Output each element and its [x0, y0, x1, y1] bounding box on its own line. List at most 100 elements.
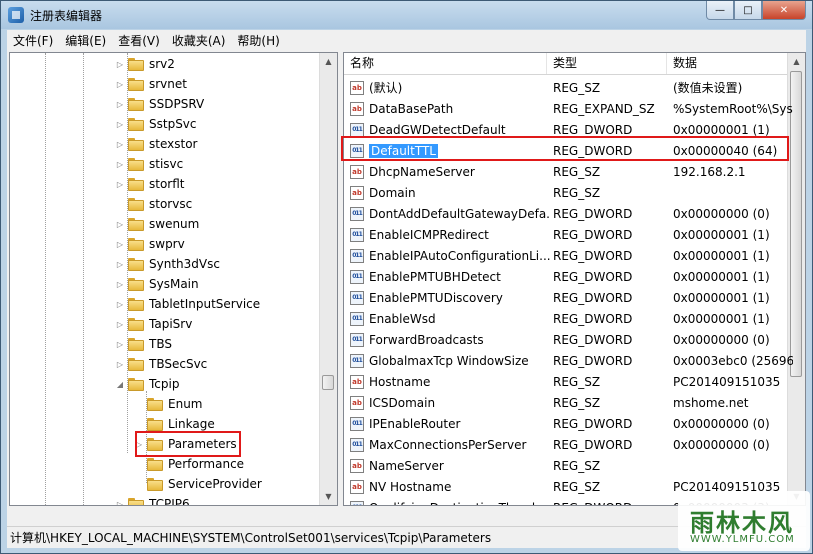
value-type: REG_DWORD — [553, 311, 633, 326]
value-row[interactable]: 011 EnablePMTUDiscovery REG_DWORD 0x0000000… — [344, 287, 788, 308]
tree-item-sstpsvc[interactable]: ▷ SstpSvc — [115, 114, 197, 134]
value-row[interactable]: 011 ForwardBroadcasts REG_DWORD 0x00000000 … — [344, 329, 788, 350]
menu-view[interactable]: 查看(V) — [112, 32, 166, 49]
column-header-type[interactable]: 类型 — [547, 53, 667, 74]
value-row[interactable]: 011 EnableWsd REG_DWORD 0x00000001 (1) — [344, 308, 788, 329]
minimize-button[interactable]: — — [706, 1, 734, 20]
value-row[interactable]: 011 EnableIPAutoConfigurationLi... REG_DWO… — [344, 245, 788, 266]
tree-item-ssdpsrv[interactable]: ▷ SSDPSRV — [115, 94, 204, 114]
value-name-cell: ab Domain — [350, 185, 550, 200]
menu-file[interactable]: 文件(F) — [7, 32, 59, 49]
expand-arrow-icon[interactable]: ▷ — [115, 300, 125, 309]
value-name-cell: 011 EnableICMPRedirect — [350, 227, 550, 242]
tree-item-performance[interactable]: Performance — [134, 454, 244, 474]
value-name-cell: 011 DontAddDefaultGatewayDefa... — [350, 206, 550, 221]
expand-arrow-icon[interactable]: ▷ — [115, 60, 125, 69]
binary-value-icon: 011 — [350, 269, 364, 284]
tree-item-srvnet[interactable]: ▷ srvnet — [115, 74, 187, 94]
tree-item-label: TabletInputService — [149, 297, 261, 311]
tree-item-tcpip6[interactable]: ▷ TCPIP6 — [115, 494, 190, 506]
expand-arrow-icon[interactable]: ▷ — [115, 340, 125, 349]
folder-icon — [128, 337, 144, 351]
expand-arrow-icon[interactable]: ▷ — [115, 180, 125, 189]
value-row[interactable]: ab NameServer REG_SZ — [344, 455, 788, 476]
menu-favorites[interactable]: 收藏夹(A) — [166, 32, 232, 49]
tree-item-tapisrv[interactable]: ▷ TapiSrv — [115, 314, 192, 334]
tree-scrollbar[interactable]: ▲ ▼ — [319, 53, 337, 505]
tree-item-srv2[interactable]: ▷ srv2 — [115, 54, 175, 74]
maximize-button[interactable]: □ — [734, 1, 762, 20]
value-name-cell: 011 QualifyingDestinationThresh... — [350, 500, 550, 506]
value-row[interactable]: 011 DontAddDefaultGatewayDefa... REG_DWORD… — [344, 203, 788, 224]
expand-arrow-icon[interactable]: ▷ — [115, 80, 125, 89]
expand-arrow-icon[interactable]: ▷ — [115, 120, 125, 129]
value-row[interactable]: 011 EnableICMPRedirect REG_DWORD 0x00000001… — [344, 224, 788, 245]
expand-arrow-icon[interactable]: ▷ — [115, 140, 125, 149]
menu-edit[interactable]: 编辑(E) — [59, 32, 112, 49]
expand-arrow-icon[interactable]: ▷ — [115, 320, 125, 329]
value-row[interactable]: 011 MaxConnectionsPerServer REG_DWORD 0x000… — [344, 434, 788, 455]
expand-arrow-icon[interactable]: ▷ — [115, 360, 125, 369]
tree-item-storflt[interactable]: ▷ storflt — [115, 174, 185, 194]
scroll-up-arrow-icon[interactable]: ▲ — [320, 53, 337, 70]
tree-item-swenum[interactable]: ▷ swenum — [115, 214, 199, 234]
tree-item-storvsc[interactable]: storvsc — [115, 194, 192, 214]
value-row[interactable]: ab DhcpNameServer REG_SZ 192.168.2.1 — [344, 161, 788, 182]
value-row[interactable]: 011 GlobalmaxTcp WindowSize REG_DWORD 0x000… — [344, 350, 793, 371]
tree-item-stisvc[interactable]: ▷ stisvc — [115, 154, 183, 174]
tree-item-label: Synth3dVsc — [149, 257, 220, 271]
value-type: REG_DWORD — [553, 437, 633, 452]
tree-item-label: storvsc — [149, 197, 193, 211]
value-type: REG_SZ — [553, 80, 601, 95]
tree-item-synth3dvsc[interactable]: ▷ Synth3dVsc — [115, 254, 220, 274]
value-row[interactable]: ab DataBasePath REG_EXPAND_SZ %SystemRoot%\… — [344, 98, 793, 119]
tree-item-serviceprovider[interactable]: ServiceProvider — [134, 474, 262, 494]
tree-item-label: Tcpip — [149, 377, 180, 391]
value-data: 0x00000001 (1) — [673, 227, 770, 242]
tree-item-label: stisvc — [149, 157, 184, 171]
title-bar[interactable]: 注册表编辑器 — □ ✕ — [1, 1, 812, 29]
expand-arrow-icon[interactable]: ▷ — [115, 100, 125, 109]
tree-item-enum[interactable]: Enum — [134, 394, 202, 414]
tree-item-tabletinputservice[interactable]: ▷ TabletInputService — [115, 294, 260, 314]
value-name: Domain — [369, 185, 416, 200]
value-row[interactable]: 011 IPEnableRouter REG_DWORD 0x00000000 (0) — [344, 413, 788, 434]
value-name-cell: 011 GlobalmaxTcp WindowSize — [350, 353, 550, 368]
pane-splitter[interactable] — [338, 50, 342, 526]
tree-item-sysmain[interactable]: ▷ SysMain — [115, 274, 199, 294]
menu-help[interactable]: 帮助(H) — [231, 32, 285, 49]
value-type: REG_DWORD — [553, 353, 633, 368]
tree-item-tbsecsvc[interactable]: ▷ TBSecSvc — [115, 354, 207, 374]
tree-item-label: Performance — [168, 457, 245, 471]
value-row[interactable]: 011 EnablePMTUBHDetect REG_DWORD 0x00000001… — [344, 266, 788, 287]
expand-arrow-icon[interactable]: ▷ — [115, 500, 125, 506]
value-row[interactable]: ab Domain REG_SZ — [344, 182, 788, 203]
expand-arrow-icon[interactable]: ▷ — [115, 220, 125, 229]
tree-scroll-thumb[interactable] — [322, 375, 334, 390]
tree-item-label: srvnet — [149, 77, 187, 91]
scroll-down-arrow-icon[interactable]: ▼ — [320, 488, 337, 505]
list-scroll-thumb[interactable] — [790, 71, 802, 377]
expand-arrow-icon[interactable]: ▷ — [115, 280, 125, 289]
close-button[interactable]: ✕ — [762, 1, 806, 20]
tree-item-label: TCPIP6 — [149, 497, 190, 506]
value-data: %SystemRoot%\Syste — [673, 101, 793, 116]
tree-item-tbs[interactable]: ▷ TBS — [115, 334, 172, 354]
expand-arrow-icon[interactable]: ▷ — [115, 260, 125, 269]
column-header-name[interactable]: 名称 — [344, 53, 547, 74]
value-row[interactable]: ab (默认) REG_SZ (数值未设置) — [344, 77, 788, 98]
defaultttl-highlight-box — [341, 136, 789, 161]
scroll-up-arrow-icon[interactable]: ▲ — [788, 53, 805, 70]
value-name: QualifyingDestinationThresh... — [369, 501, 550, 506]
value-name: DontAddDefaultGatewayDefa... — [369, 206, 550, 221]
tree-item-tcpip[interactable]: ◢ Tcpip — [115, 374, 180, 394]
expand-arrow-icon[interactable]: ▷ — [115, 240, 125, 249]
value-row[interactable]: ab ICSDomain REG_SZ mshome.net — [344, 392, 788, 413]
column-header-data[interactable]: 数据 — [667, 53, 788, 74]
tree-item-stexstor[interactable]: ▷ stexstor — [115, 134, 198, 154]
collapse-arrow-icon[interactable]: ◢ — [115, 380, 125, 389]
folder-icon — [128, 57, 144, 71]
tree-item-swprv[interactable]: ▷ swprv — [115, 234, 185, 254]
value-row[interactable]: ab Hostname REG_SZ PC201409151035 — [344, 371, 788, 392]
expand-arrow-icon[interactable]: ▷ — [115, 160, 125, 169]
